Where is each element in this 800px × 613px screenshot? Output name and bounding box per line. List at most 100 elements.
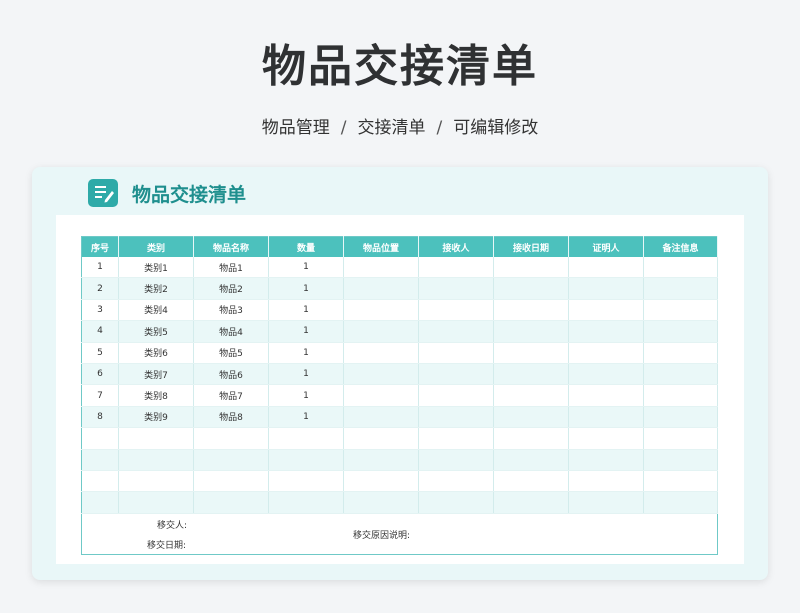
table-cell[interactable] xyxy=(343,257,419,279)
table-cell[interactable] xyxy=(118,470,194,493)
column-header[interactable]: 物品位置 xyxy=(343,236,419,257)
table-cell[interactable]: 4 xyxy=(81,320,119,343)
table-cell[interactable]: 1 xyxy=(268,277,344,300)
table-cell[interactable] xyxy=(418,470,494,493)
handover-date-label[interactable]: 移交日期: xyxy=(147,538,186,551)
table-cell[interactable] xyxy=(568,470,644,493)
handover-person-label[interactable]: 移交人: xyxy=(157,518,187,531)
table-cell[interactable] xyxy=(418,342,494,364)
table-cell[interactable] xyxy=(343,427,419,450)
table-cell[interactable] xyxy=(81,449,119,471)
table-cell[interactable]: 1 xyxy=(81,257,119,279)
table-cell[interactable] xyxy=(343,277,419,300)
table-cell[interactable] xyxy=(568,384,644,407)
breadcrumb-item[interactable]: 物品管理 xyxy=(262,118,330,138)
table-cell[interactable] xyxy=(268,449,344,471)
column-header[interactable]: 备注信息 xyxy=(643,236,718,257)
table-cell[interactable]: 1 xyxy=(268,384,344,407)
table-cell[interactable]: 物品2 xyxy=(193,277,269,300)
table-cell[interactable] xyxy=(493,342,569,364)
table-cell[interactable]: 6 xyxy=(81,363,119,386)
table-cell[interactable] xyxy=(643,449,718,471)
column-header[interactable]: 接收人 xyxy=(418,236,494,257)
table-cell[interactable] xyxy=(643,427,718,450)
table-cell[interactable] xyxy=(643,406,718,429)
table-cell[interactable] xyxy=(568,427,644,450)
table-cell[interactable] xyxy=(568,342,644,364)
table-cell[interactable] xyxy=(568,299,644,322)
column-header[interactable]: 数量 xyxy=(268,236,344,257)
table-cell[interactable] xyxy=(643,491,718,514)
column-header[interactable]: 接收日期 xyxy=(493,236,569,257)
table-cell[interactable]: 类别5 xyxy=(118,320,194,343)
table-cell[interactable]: 1 xyxy=(268,406,344,429)
table-cell[interactable] xyxy=(343,384,419,407)
table-cell[interactable] xyxy=(568,257,644,279)
table-cell[interactable] xyxy=(418,320,494,343)
breadcrumb-item[interactable]: 交接清单 xyxy=(358,118,426,138)
table-cell[interactable] xyxy=(493,491,569,514)
table-cell[interactable]: 物品1 xyxy=(193,257,269,279)
table-cell[interactable] xyxy=(193,449,269,471)
table-cell[interactable]: 物品7 xyxy=(193,384,269,407)
table-cell[interactable]: 类别2 xyxy=(118,277,194,300)
table-cell[interactable] xyxy=(418,384,494,407)
table-cell[interactable]: 物品3 xyxy=(193,299,269,322)
table-cell[interactable] xyxy=(193,427,269,450)
table-cell[interactable] xyxy=(568,449,644,471)
table-cell[interactable]: 物品6 xyxy=(193,363,269,386)
table-cell[interactable]: 2 xyxy=(81,277,119,300)
table-cell[interactable] xyxy=(568,320,644,343)
table-cell[interactable] xyxy=(343,470,419,493)
column-header[interactable]: 证明人 xyxy=(568,236,644,257)
table-cell[interactable] xyxy=(343,342,419,364)
table-cell[interactable] xyxy=(643,299,718,322)
table-cell[interactable] xyxy=(268,491,344,514)
table-cell[interactable] xyxy=(493,277,569,300)
table-cell[interactable]: 类别6 xyxy=(118,342,194,364)
table-cell[interactable] xyxy=(643,342,718,364)
table-cell[interactable] xyxy=(343,363,419,386)
table-cell[interactable] xyxy=(418,363,494,386)
table-cell[interactable]: 7 xyxy=(81,384,119,407)
table-cell[interactable]: 类别7 xyxy=(118,363,194,386)
table-cell[interactable] xyxy=(568,277,644,300)
table-cell[interactable] xyxy=(493,449,569,471)
table-cell[interactable] xyxy=(418,299,494,322)
column-header[interactable]: 类别 xyxy=(118,236,194,257)
column-header[interactable]: 序号 xyxy=(81,236,119,257)
table-cell[interactable] xyxy=(493,470,569,493)
table-cell[interactable] xyxy=(81,491,119,514)
table-cell[interactable] xyxy=(343,320,419,343)
table-cell[interactable] xyxy=(343,299,419,322)
table-cell[interactable] xyxy=(193,470,269,493)
table-cell[interactable]: 1 xyxy=(268,299,344,322)
table-cell[interactable] xyxy=(568,363,644,386)
table-cell[interactable]: 1 xyxy=(268,320,344,343)
table-cell[interactable] xyxy=(493,257,569,279)
table-cell[interactable] xyxy=(643,384,718,407)
table-cell[interactable] xyxy=(118,427,194,450)
table-cell[interactable]: 物品5 xyxy=(193,342,269,364)
table-cell[interactable]: 类别1 xyxy=(118,257,194,279)
table-cell[interactable]: 3 xyxy=(81,299,119,322)
table-cell[interactable] xyxy=(493,320,569,343)
table-cell[interactable]: 1 xyxy=(268,342,344,364)
breadcrumb-item[interactable]: 可编辑修改 xyxy=(453,118,538,138)
table-cell[interactable] xyxy=(343,449,419,471)
table-cell[interactable] xyxy=(81,470,119,493)
table-cell[interactable] xyxy=(418,449,494,471)
table-cell[interactable] xyxy=(418,406,494,429)
table-cell[interactable] xyxy=(493,363,569,386)
table-cell[interactable] xyxy=(418,427,494,450)
table-cell[interactable]: 类别4 xyxy=(118,299,194,322)
table-cell[interactable] xyxy=(493,384,569,407)
table-cell[interactable] xyxy=(493,299,569,322)
table-cell[interactable] xyxy=(343,406,419,429)
table-cell[interactable]: 8 xyxy=(81,406,119,429)
table-cell[interactable] xyxy=(493,406,569,429)
table-cell[interactable] xyxy=(568,491,644,514)
table-cell[interactable]: 物品8 xyxy=(193,406,269,429)
table-cell[interactable] xyxy=(418,257,494,279)
table-cell[interactable] xyxy=(81,427,119,450)
